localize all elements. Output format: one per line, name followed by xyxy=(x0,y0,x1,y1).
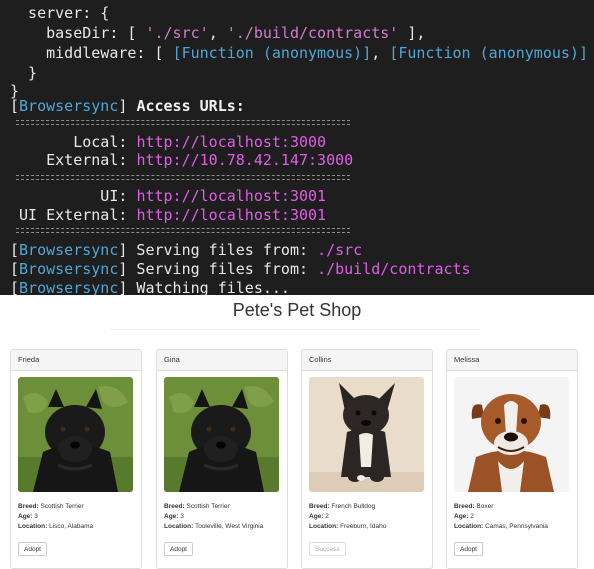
pet-name: Melissa xyxy=(447,350,577,371)
pet-photo-scottish-terrier xyxy=(164,377,279,492)
external-url-link[interactable]: http://10.78.42.147:3000 xyxy=(136,151,353,169)
config-line-server: server: { xyxy=(10,4,110,22)
config-line-inner-close: } xyxy=(10,64,38,82)
title-divider xyxy=(110,329,480,330)
adopt-button[interactable]: Adopt xyxy=(454,542,483,556)
ui-url-link[interactable]: http://localhost:3001 xyxy=(136,187,326,205)
config-line-basedir: baseDir: [ './src', './build/contracts' … xyxy=(10,24,426,42)
local-url-link[interactable]: http://localhost:3000 xyxy=(136,133,326,151)
ui-external-url-link[interactable]: http://localhost:3001 xyxy=(136,206,326,224)
external-url-line: External: http://10.78.42.147:3000 xyxy=(10,151,354,169)
pet-card-gina: Gina Breed: Scottish Terrier Age: 3 Loca… xyxy=(156,349,288,569)
pet-photo-french-bulldog xyxy=(309,377,424,492)
serving-line-contracts: [Browsersync] Serving files from: ./buil… xyxy=(10,260,471,278)
adopt-button[interactable]: Adopt xyxy=(164,542,193,556)
pet-location: Camas, Pennsylvania xyxy=(485,523,548,530)
divider-rule xyxy=(16,175,350,180)
pet-details: Breed: Boxer Age: 2 Location: Camas, Pen… xyxy=(454,503,548,530)
ui-external-url-line: UI External: http://localhost:3001 xyxy=(10,206,327,224)
pet-location: Lisco, Alabama xyxy=(49,523,94,530)
divider-rule xyxy=(16,120,350,125)
adopt-button[interactable]: Adopt xyxy=(18,542,47,556)
pet-shop-page: Pete's Pet Shop Frieda Breed: Scottish T… xyxy=(0,295,594,569)
access-urls-heading: [Browsersync] Access URLs: xyxy=(10,97,245,115)
local-url-line: Local: http://localhost:3000 xyxy=(10,133,327,151)
pet-age: 3 xyxy=(34,513,38,520)
watching-line: [Browsersync] Watching files... xyxy=(10,279,290,295)
pet-details: Breed: Scottish Terrier Age: 3 Location:… xyxy=(18,503,94,530)
pet-card-melissa: Melissa Breed: Boxer Age: 2 Location: Ca… xyxy=(446,349,578,569)
serving-line-src: [Browsersync] Serving files from: ./src xyxy=(10,241,363,259)
pet-age: 2 xyxy=(470,513,474,520)
pet-location: Tooleville, West Virginia xyxy=(194,523,264,530)
pet-name: Frieda xyxy=(11,350,141,371)
divider-rule xyxy=(16,228,350,233)
ui-url-line: UI: http://localhost:3001 xyxy=(10,187,327,205)
pet-breed: Boxer xyxy=(476,503,494,510)
terminal-window[interactable]: server: { baseDir: [ './src', './build/c… xyxy=(0,0,594,295)
pet-details: Breed: French Bulldog Age: 2 Location: F… xyxy=(309,503,387,530)
page-title: Pete's Pet Shop xyxy=(232,300,362,320)
pet-location: Freeburn, Idaho xyxy=(340,523,387,530)
pet-card-frieda: Frieda Breed: Scottish Terrier Age: 3 Lo… xyxy=(10,349,142,569)
pet-details: Breed: Scottish Terrier Age: 3 Location:… xyxy=(164,503,264,530)
pet-photo-scottish-terrier xyxy=(18,377,133,492)
pet-age: 3 xyxy=(180,513,184,520)
pet-card-collins: Collins Breed: French Bulldog Age: 2 Loc… xyxy=(301,349,433,569)
config-line-middleware: middleware: [ [Function (anonymous)], [F… xyxy=(10,44,588,62)
pet-name: Collins xyxy=(302,350,432,371)
pet-breed: Scottish Terrier xyxy=(40,503,84,510)
pet-breed: French Bulldog xyxy=(331,503,376,510)
pet-breed: Scottish Terrier xyxy=(186,503,230,510)
pet-photo-boxer xyxy=(454,377,569,492)
pet-age: 2 xyxy=(325,513,329,520)
pet-name: Gina xyxy=(157,350,287,371)
success-button[interactable]: Success xyxy=(309,542,346,556)
